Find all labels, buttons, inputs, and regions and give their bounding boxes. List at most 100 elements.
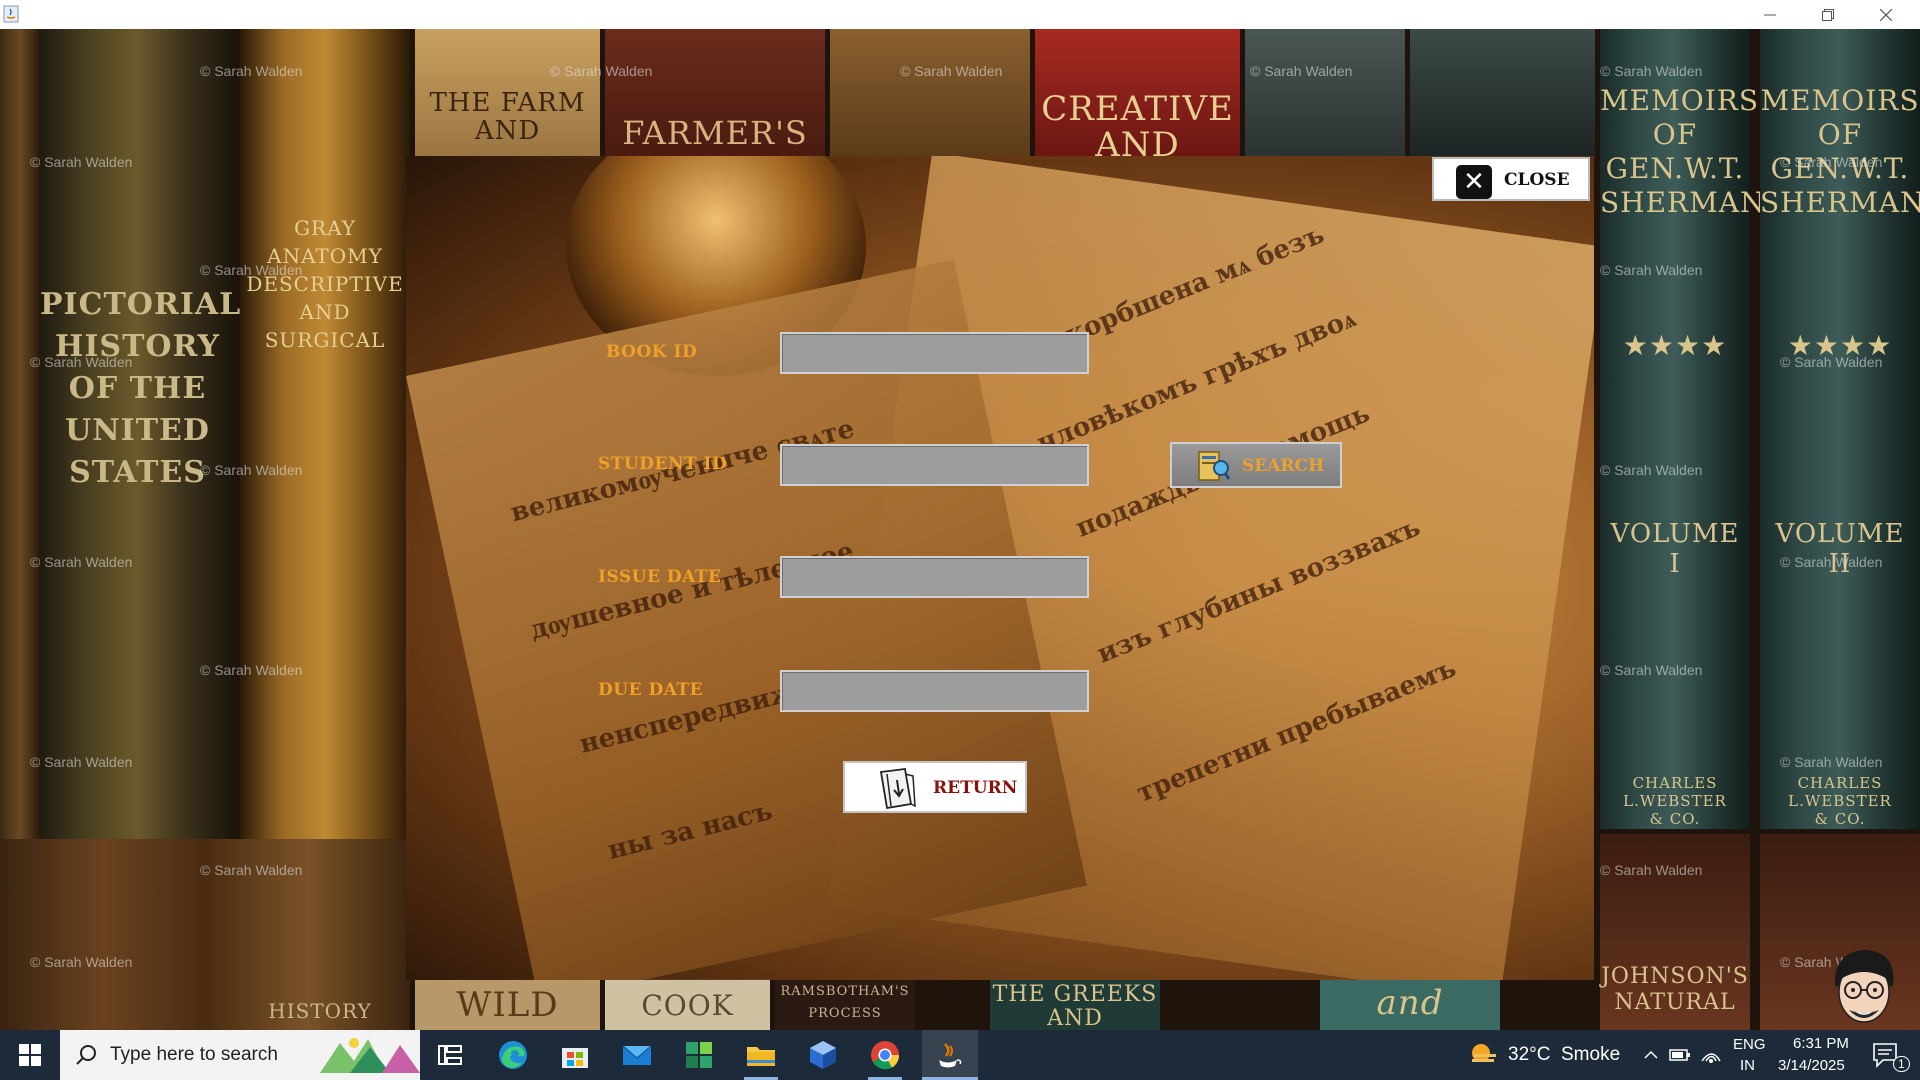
spine-title: WILD — [456, 985, 559, 1025]
book-spine: THE GREEKS AND — [990, 979, 1160, 1030]
search-placeholder: Type here to search — [110, 1044, 278, 1065]
book-spine — [1245, 29, 1405, 159]
spine-title: JOHNSON'S NATURAL — [1601, 964, 1749, 1015]
book-spine — [830, 29, 1030, 159]
file-explorer-icon[interactable] — [744, 1038, 778, 1072]
watermark-text: © Sarah Walden — [1250, 63, 1353, 79]
book-spine: COOK — [605, 979, 770, 1030]
book-spine-creative: CREATIVE AND — [1035, 29, 1240, 163]
chrome-icon[interactable] — [868, 1038, 902, 1072]
issue-date-input[interactable] — [780, 556, 1089, 598]
book-spine: WILD — [415, 979, 600, 1030]
watermark-text: © Sarah Walden — [550, 63, 653, 79]
spine-title: FARMER'S — [622, 114, 808, 152]
watermark-text: © Sarah Walden — [1600, 63, 1703, 79]
watermark-text: © Sarah Walden — [1600, 262, 1703, 278]
weather-text[interactable]: 32°C Smoke — [1508, 1044, 1620, 1066]
region-indicator[interactable]: IN — [1740, 1057, 1755, 1074]
watermark-text: © Sarah Walden — [1600, 862, 1703, 878]
book-spine: RAMSBOTHAM'S PROCESS — [775, 979, 915, 1030]
book-return-icon — [879, 768, 916, 810]
microsoft-store-icon[interactable] — [558, 1038, 592, 1072]
book-spine-farm: THE FARM AND — [415, 29, 600, 159]
search-icon — [76, 1045, 96, 1065]
virtualbox-icon[interactable] — [806, 1038, 840, 1072]
due-date-label: DUE DATE — [598, 680, 704, 700]
window-close-button[interactable] — [1857, 0, 1915, 29]
battery-icon[interactable] — [1669, 1046, 1691, 1064]
watermark-text: © Sarah Walden — [200, 262, 303, 278]
spine-volume: VOLUME I — [1610, 519, 1740, 579]
minimize-button[interactable] — [1741, 0, 1799, 29]
watermark-text: © Sarah Walden — [30, 154, 133, 170]
return-label: RETURN — [933, 778, 1018, 798]
return-book-dialog: ѡскорбшена мѧ безъ чловѣкомъ грѣхъ двоѧ … — [406, 156, 1594, 980]
watermark-text: © Sarah Walden — [1600, 462, 1703, 478]
book-spine-memoirs-1: MEMOIRS OF GEN.W.T. SHERMAN ★★★★ VOLUME … — [1600, 29, 1766, 829]
spine-title: COOK — [641, 989, 734, 1022]
star-band: ★★★★ — [1622, 329, 1728, 362]
watermark-text: © Sarah Walden — [200, 862, 303, 878]
watermark-text: © Sarah Walden — [1600, 662, 1703, 678]
book-spine — [1410, 29, 1595, 159]
spine-title: HISTORY — [268, 999, 372, 1023]
watermark-text: © Sarah Walden — [1780, 754, 1883, 770]
book-spine-farmers: FARMER'S — [605, 29, 825, 159]
spine-title: MEMOIRS OF GEN.W.T. SHERMAN — [1600, 84, 1766, 219]
watermark-text: © Sarah Walden — [30, 954, 133, 970]
spine-title: CREATIVE AND — [1041, 89, 1234, 165]
java-app-icon — [3, 5, 19, 23]
spine-title: THE FARM AND — [429, 88, 586, 146]
book-id-label: BOOK ID — [606, 342, 698, 362]
start-button[interactable] — [0, 1030, 60, 1080]
restore-icon — [1822, 9, 1834, 21]
due-date-input[interactable] — [780, 670, 1089, 712]
clock-time[interactable]: 6:31 PM — [1793, 1035, 1849, 1052]
search-highlight-icon — [320, 1038, 420, 1073]
app-grid-icon[interactable] — [682, 1038, 716, 1072]
spine-title: RAMSBOTHAM'S PROCESS — [780, 984, 910, 1021]
java-app-icon[interactable] — [931, 1038, 965, 1072]
close-icon — [1879, 8, 1893, 22]
restore-button[interactable] — [1799, 0, 1857, 29]
watermark-text: © Sarah Walden — [1780, 354, 1883, 370]
watermark-text: © Sarah Walden — [30, 554, 133, 570]
student-id-input[interactable] — [780, 444, 1089, 486]
windows-logo-icon — [19, 1044, 41, 1066]
book-id-input[interactable] — [780, 332, 1089, 374]
spine-volume: VOLUME II — [1775, 519, 1905, 579]
language-indicator[interactable]: ENG — [1733, 1036, 1766, 1053]
spine-publisher: CHARLES L.WEBSTER & CO. — [1788, 774, 1892, 828]
watermark-text: © Sarah Walden — [200, 462, 303, 478]
spine-title: and — [1376, 983, 1444, 1023]
minimize-icon — [1764, 14, 1776, 16]
avatar — [1834, 950, 1894, 1023]
issue-date-label: ISSUE DATE — [598, 567, 722, 587]
watermark-text: © Sarah Walden — [1780, 554, 1883, 570]
clock-date[interactable]: 3/14/2025 — [1778, 1057, 1845, 1074]
close-x-icon: ✕ — [1456, 165, 1492, 199]
task-view-icon[interactable] — [433, 1038, 467, 1072]
close-button[interactable]: ✕ CLOSE — [1432, 157, 1590, 201]
wifi-icon[interactable] — [1700, 1045, 1722, 1065]
weather-icon[interactable] — [1468, 1040, 1498, 1070]
student-id-label: STUDENT ID — [598, 454, 728, 474]
watermark-text: © Sarah Walden — [200, 63, 303, 79]
search-label: SEARCH — [1242, 456, 1325, 476]
spine-publisher: CHARLES L.WEBSTER & CO. — [1623, 774, 1727, 828]
edge-browser-icon[interactable] — [496, 1038, 530, 1072]
book-spine: and — [1320, 979, 1500, 1030]
return-button[interactable]: RETURN — [843, 761, 1027, 813]
search-button[interactable]: SEARCH — [1170, 442, 1342, 488]
window-title-bar — [0, 0, 1920, 29]
book-search-icon — [1198, 451, 1230, 481]
spine-title: MEMOIRS OF GEN.W.T. SHERMAN — [1760, 84, 1920, 219]
taskbar-search-box[interactable]: Type here to search — [60, 1030, 420, 1080]
watermark-text: © Sarah Walden — [200, 662, 303, 678]
watermark-text: © Sarah Walden — [30, 354, 133, 370]
notification-count-badge: 1 — [1893, 1056, 1910, 1072]
taskbar: Type here to search 32°C Smoke ENG IN 6:… — [0, 1030, 1920, 1080]
book-spine-memoirs-2: MEMOIRS OF GEN.W.T. SHERMAN ★★★★ VOLUME … — [1760, 29, 1920, 829]
mail-icon[interactable] — [620, 1038, 654, 1072]
chevron-up-icon[interactable] — [1642, 1046, 1660, 1064]
